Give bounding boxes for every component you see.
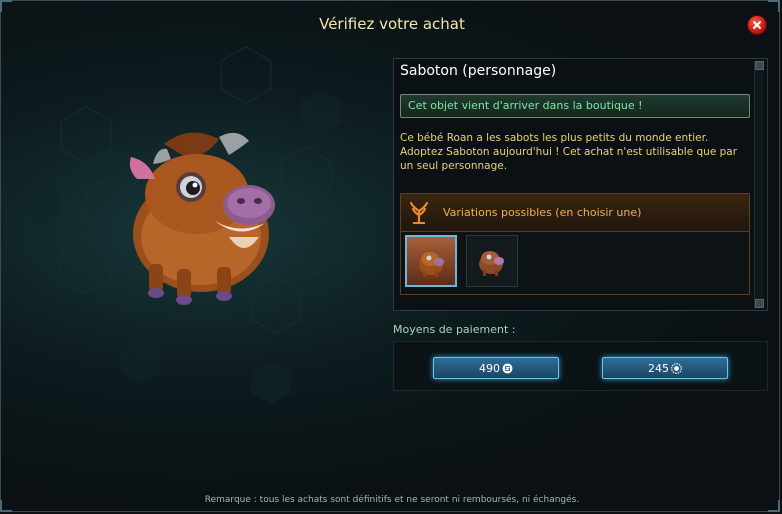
item-info-panel: Saboton (personnage) Cet objet vient d'a… (393, 58, 768, 311)
variations-label: Variations possibles (en choisir une) (443, 206, 642, 219)
variation-option-2[interactable] (466, 235, 518, 287)
pet-thumbnail-icon (419, 252, 444, 277)
scroll-down-button[interactable] (755, 299, 764, 308)
item-description: Ce bébé Roan a les sabots les plus petit… (400, 132, 738, 172)
purchase-dialog: Vérifiez votre achat Saboton (personnage… (0, 0, 780, 512)
pay-premium-button[interactable]: 490 (433, 357, 559, 379)
saboton-pet-image (129, 132, 275, 305)
corner-decoration (0, 0, 12, 12)
variations-panel: Variations possibles (en choisir une) (400, 193, 750, 295)
payment-methods-label: Moyens de paiement : (393, 323, 516, 336)
item-name: Saboton (personnage) (400, 63, 557, 79)
variation-option-1[interactable] (405, 235, 457, 287)
variations-header: Variations possibles (en choisir une) (401, 194, 749, 232)
gem-currency-icon (671, 362, 682, 374)
dialog-title: Vérifiez votre achat (319, 15, 465, 33)
variations-icon (409, 201, 429, 224)
close-button[interactable] (747, 15, 767, 35)
price-label: 490 (479, 361, 500, 375)
corner-decoration (768, 0, 780, 12)
pay-gems-button[interactable]: 245 (602, 357, 728, 379)
info-scrollbar[interactable] (754, 61, 764, 308)
close-icon (753, 21, 761, 29)
premium-currency-icon (502, 363, 513, 373)
price-label: 245 (648, 361, 669, 375)
payment-panel: 490 245 (393, 341, 768, 391)
pet-thumbnail-icon (479, 251, 504, 276)
purchase-disclaimer: Remarque : tous les achats sont définiti… (204, 495, 580, 505)
new-arrival-notice: Cet objet vient d'arriver dans la boutiq… (400, 94, 750, 118)
scroll-up-button[interactable] (755, 61, 764, 70)
